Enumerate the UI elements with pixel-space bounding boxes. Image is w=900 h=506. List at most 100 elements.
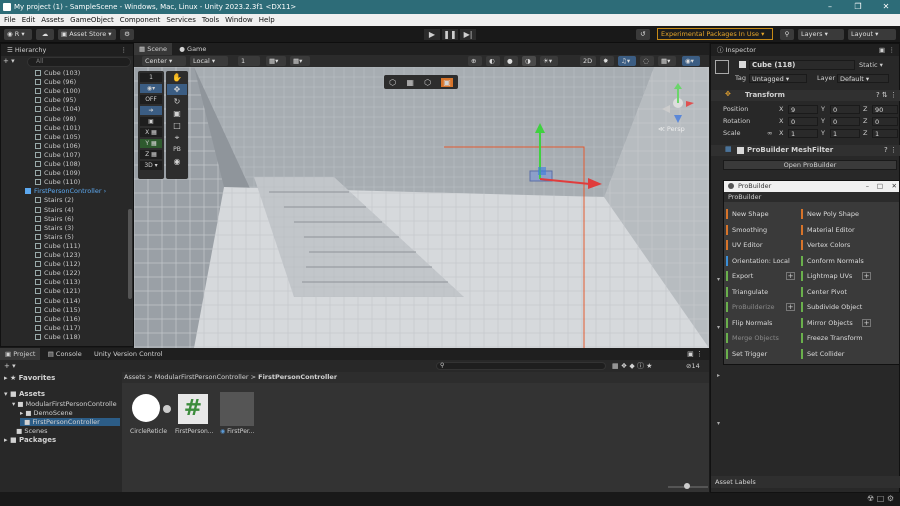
hierarchy-item[interactable]: Cube (103) [1, 69, 129, 78]
pb-new-shape[interactable]: New Shape [726, 209, 794, 219]
pb-set-trigger[interactable]: Set Trigger [726, 349, 794, 359]
lock-icon-inspector[interactable]: ▣ [879, 44, 885, 56]
asset-labels-bar[interactable]: Asset Labels [711, 476, 900, 488]
pb-lightmap-options-icon[interactable]: + [862, 272, 871, 280]
project-search-input[interactable]: ⚲ [436, 362, 606, 370]
hand-tool-icon[interactable]: ✋ [167, 72, 187, 83]
collapsed-components[interactable]: ▾ ▾ ▸ ▾ [717, 256, 720, 448]
pb-maximize-icon[interactable]: □ [877, 181, 883, 192]
hierarchy-scrollbar[interactable] [128, 209, 132, 299]
move-tool-icon[interactable]: ✥ [167, 84, 187, 95]
scenes-folder[interactable]: ■ Scenes [12, 427, 47, 435]
pb-set-collider[interactable]: Set Collider [801, 349, 891, 359]
pb-triangulate[interactable]: Triangulate [726, 287, 794, 297]
hierarchy-item[interactable]: Cube (104) [1, 105, 129, 114]
hierarchy-item[interactable]: Cube (121) [1, 287, 129, 296]
axis-x-toggle[interactable]: X ▦ [140, 128, 162, 137]
menu-help[interactable]: Help [259, 14, 275, 26]
view-3d-toggle[interactable]: 3D ▾ [140, 161, 162, 170]
face-select-icon[interactable]: ▣ [441, 77, 453, 87]
project-add-button[interactable]: + ▾ [4, 360, 16, 372]
pb-probuilderize-options-icon[interactable]: + [786, 303, 795, 311]
tab-project[interactable]: ▣ Project [0, 348, 41, 360]
edge-select-icon[interactable]: ⬡ [424, 78, 431, 87]
scale-x-field[interactable]: 1 [788, 129, 818, 138]
meshfilter-checkbox[interactable] [737, 147, 744, 154]
menu-gameobject[interactable]: GameObject [70, 14, 114, 26]
pause-icon[interactable]: ❚❚ [442, 29, 458, 40]
pb-center-pivot[interactable]: Center Pivot [801, 287, 891, 297]
lighting-icon[interactable]: ✸ [600, 56, 614, 66]
tab-version-control[interactable]: Unity Version Control [89, 348, 168, 360]
kebab-menu-icon[interactable]: ⋮ [121, 44, 128, 56]
cloud-icon[interactable]: ☁ [36, 29, 54, 40]
breadcrumb-assets[interactable]: Assets [124, 373, 145, 381]
object-mode-icon[interactable]: ⬡ [389, 78, 396, 87]
hierarchy-item[interactable]: Cube (122) [1, 269, 129, 278]
hierarchy-item[interactable]: Cube (105) [1, 133, 129, 142]
pb-mirror-objects[interactable]: Mirror Objects [801, 318, 861, 328]
custom-tool-icon[interactable]: ◉ [167, 156, 187, 167]
hierarchy-item[interactable]: Cube (107) [1, 151, 129, 160]
tag-dropdown[interactable]: Untagged ▾ [749, 74, 807, 83]
experimental-packages-button[interactable]: Experimental Packages In Use ▾ [657, 28, 773, 40]
minimize-icon[interactable]: – [816, 0, 844, 14]
pb-subdivide-object[interactable]: Subdivide Object [801, 302, 891, 312]
slider-handle[interactable] [684, 483, 690, 489]
pb-freeze-transform[interactable]: Freeze Transform [801, 333, 891, 343]
project-filter-icons[interactable]: ▦ ❖ ◆ ⓘ ★ [612, 360, 652, 372]
rotation-z-field[interactable]: 0 [872, 117, 898, 126]
axis-z-toggle[interactable]: Z ▦ [140, 150, 162, 159]
hierarchy-item[interactable]: Cube (95) [1, 96, 129, 105]
tab-scene[interactable]: ▦ Scene [134, 43, 173, 55]
pb-merge-objects[interactable]: Merge Objects [726, 333, 794, 343]
circle-reticle-thumb[interactable] [132, 394, 160, 422]
pb-new-poly-shape[interactable]: New Poly Shape [801, 209, 891, 219]
scale-y-field[interactable]: 1 [830, 129, 860, 138]
pb-orientation[interactable]: Orientation: Local [726, 256, 794, 266]
pb-mirror-options-icon[interactable]: + [862, 319, 871, 327]
hierarchy-item[interactable]: Stairs (4) [1, 206, 129, 215]
open-probuilder-button[interactable]: Open ProBuilder [723, 160, 897, 170]
wireframe-icon[interactable]: ◐ [486, 56, 500, 66]
pb-close-icon[interactable]: ✕ [892, 181, 897, 192]
layout-dropdown[interactable]: Layout ▾ [848, 29, 896, 40]
project-menu-icon[interactable]: ▣ ⋮ [687, 348, 703, 360]
pb-vertex-colors[interactable]: Vertex Colors [801, 240, 891, 250]
hierarchy-item[interactable]: Stairs (2) [1, 196, 129, 205]
hierarchy-item[interactable]: Cube (116) [1, 315, 129, 324]
vertex-mode-icon[interactable]: ◉▾ [140, 84, 162, 93]
restore-icon[interactable]: ❐ [844, 0, 872, 14]
active-checkbox[interactable] [739, 61, 746, 68]
position-x-field[interactable]: 9 [788, 105, 818, 114]
play-icon[interactable]: ▶ [424, 29, 440, 40]
asset-store-button[interactable]: ▣ Asset Store ▾ [58, 29, 116, 40]
modular-folder[interactable]: ▾ ■ ModularFirstPersonControlle [12, 400, 117, 408]
shaded-icon[interactable]: ● [504, 56, 518, 66]
probuilder-titlebar[interactable]: ProBuilder – □ ✕ [724, 181, 899, 192]
lit-shading-icon[interactable]: ◑ [522, 56, 536, 66]
demoscene-folder[interactable]: ▸ ■ DemoScene [20, 409, 73, 417]
hierarchy-item[interactable]: Cube (110) [1, 178, 129, 187]
tab-console[interactable]: ▤ Console [43, 348, 87, 360]
menu-component[interactable]: Component [120, 14, 161, 26]
rotation-y-field[interactable]: 0 [830, 117, 860, 126]
meshfilter-header[interactable]: ▦ ProBuilder MeshFilter ? ⋮ [711, 145, 900, 156]
arrow-icon[interactable]: ➔ [140, 106, 162, 115]
pb-export-options-icon[interactable]: + [786, 272, 795, 280]
hierarchy-item[interactable]: FirstPersonController › [1, 187, 129, 196]
perspective-label[interactable]: ≪ Persp [658, 125, 685, 133]
file-firstperson-script[interactable]: FirstPerson... [175, 428, 214, 435]
hierarchy-item[interactable]: Cube (108) [1, 160, 129, 169]
hierarchy-item[interactable]: Cube (118) [1, 333, 129, 342]
pb-flip-normals[interactable]: Flip Normals [726, 318, 794, 328]
menu-tools[interactable]: Tools [202, 14, 219, 26]
menu-services[interactable]: Services [166, 14, 196, 26]
hierarchy-search-input[interactable]: All [27, 57, 131, 67]
close-icon[interactable]: ✕ [872, 0, 900, 14]
fpc-folder[interactable]: ■ FirstPersonController [20, 418, 120, 426]
menu-edit[interactable]: Edit [22, 14, 36, 26]
hierarchy-item[interactable]: Stairs (5) [1, 233, 129, 242]
hierarchy-item[interactable]: Cube (113) [1, 278, 129, 287]
pb-conform-normals[interactable]: Conform Normals [801, 256, 891, 266]
